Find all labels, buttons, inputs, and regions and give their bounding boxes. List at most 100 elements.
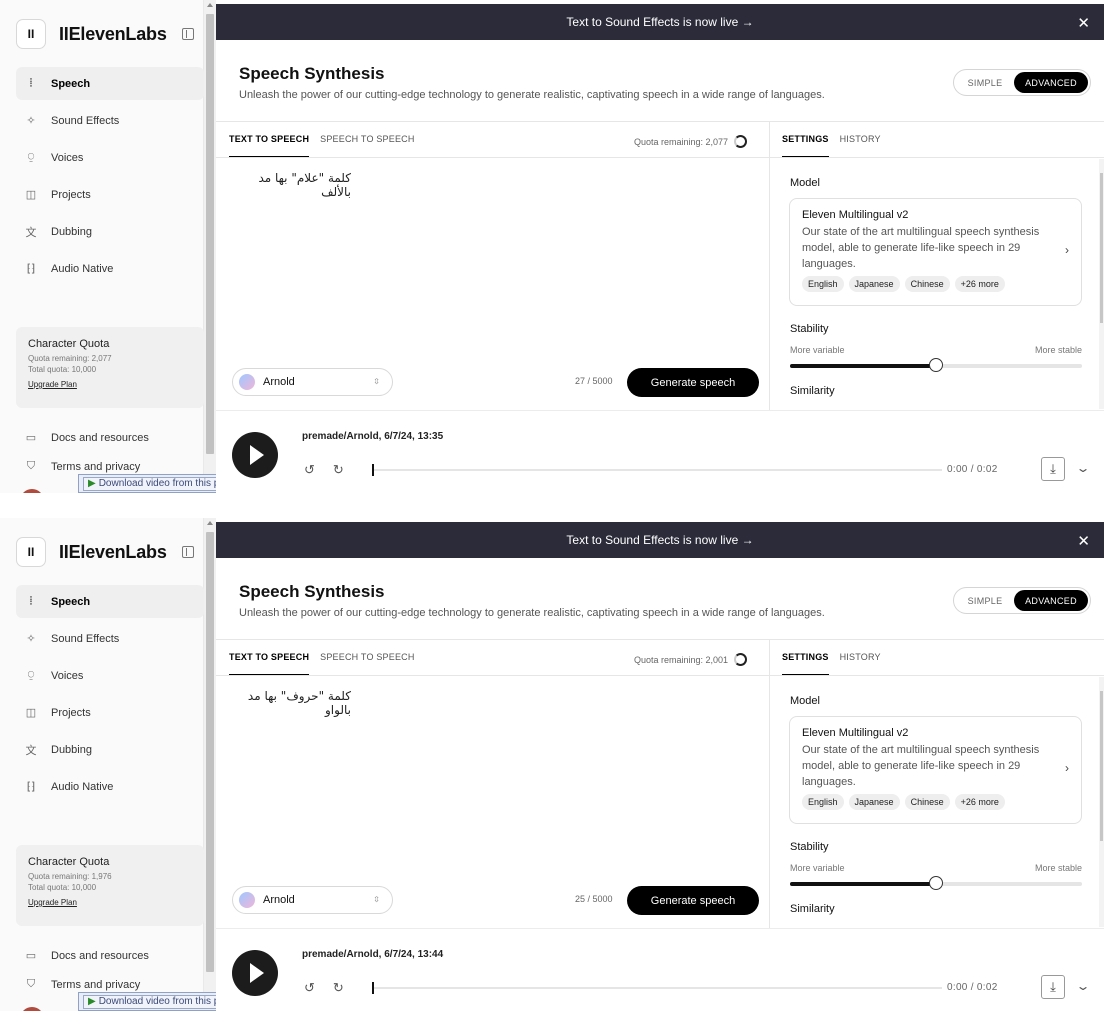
banner-text[interactable]: Text to Sound Effects is now live → — [566, 15, 753, 29]
chevron-right-icon[interactable]: › — [1065, 761, 1069, 775]
play-icon: ▶ — [88, 996, 96, 1007]
sidebar-item-label: Voices — [51, 669, 84, 682]
sidebar-item-sound-effects[interactable]: ✧ Sound Effects — [16, 104, 204, 137]
sidebar-item-speech[interactable]: ⦙ Speech — [16, 585, 204, 618]
sidebar-scrollbar[interactable] — [204, 518, 216, 1011]
model-label: Model — [790, 695, 820, 707]
scrollbar-thumb[interactable] — [206, 532, 214, 972]
scrollbar-thumb[interactable] — [1100, 691, 1103, 841]
play-button[interactable] — [232, 432, 278, 478]
sidebar-item-dubbing[interactable]: 文 Dubbing — [16, 733, 204, 766]
settings-scrollbar[interactable] — [1099, 677, 1104, 927]
banner-text[interactable]: Text to Sound Effects is now live → — [566, 533, 753, 547]
download-icon[interactable]: ⤓ — [1041, 457, 1065, 481]
page-title: Speech Synthesis — [239, 582, 385, 601]
tab-history[interactable]: HISTORY — [840, 652, 881, 675]
tab-history[interactable]: HISTORY — [840, 134, 881, 157]
sidebar-item-voices[interactable]: ⍜ Voices — [16, 659, 204, 692]
download-icon[interactable]: ⤓ — [1041, 975, 1065, 999]
mode-simple-button[interactable]: SIMPLE — [956, 78, 1014, 88]
tab-text-to-speech[interactable]: TEXT TO SPEECH — [229, 134, 310, 157]
upgrade-plan-link[interactable]: Upgrade Plan — [28, 898, 192, 907]
close-icon[interactable]: ✕ — [1077, 14, 1090, 32]
sidebar-item-voices[interactable]: ⍜ Voices — [16, 141, 204, 174]
scrollbar-thumb[interactable] — [1100, 173, 1103, 323]
sidebar-item-speech[interactable]: ⦙ Speech — [16, 67, 204, 100]
sidebar-item-projects[interactable]: ◫ Projects — [16, 178, 204, 211]
sidebar-scrollbar[interactable] — [204, 0, 216, 493]
sidebar-collapse-icon[interactable] — [182, 546, 194, 558]
character-count: 25 / 5000 — [575, 894, 613, 904]
tab-text-to-speech[interactable]: TEXT TO SPEECH — [229, 652, 310, 675]
sidebar-nav: ⦙ Speech ✧ Sound Effects ⍜ Voices ◫ Projects… — [16, 67, 204, 289]
header-divider — [216, 639, 1104, 640]
waveform-icon: ⦙ — [29, 77, 33, 89]
sidebar-item-audio-native[interactable]: ⁅⁆ Audio Native — [16, 252, 204, 285]
sidebar-item-label: Sound Effects — [51, 632, 120, 645]
sidebar-collapse-icon[interactable] — [182, 28, 194, 40]
sidebar-item-dubbing[interactable]: 文 Dubbing — [16, 215, 204, 248]
stability-slider[interactable] — [790, 358, 1082, 372]
upgrade-plan-link[interactable]: Upgrade Plan — [28, 380, 192, 389]
sidebar: II IIElevenLabs ⦙ Speech ✧ Sound Effects ⍜… — [0, 0, 204, 493]
rewind-icon[interactable]: ↺ — [304, 980, 315, 996]
mode-toggle[interactable]: SIMPLE ADVANCED — [953, 587, 1091, 614]
model-description: Our state of the art multilingual speech… — [802, 226, 1040, 270]
quota-ring-icon — [734, 653, 748, 666]
rewind-icon[interactable]: ↺ — [304, 462, 315, 478]
language-chips: English Japanese Chinese +26 more — [802, 276, 1069, 292]
editor-quota: Quota remaining: 2,077 — [634, 135, 748, 148]
sidebar-item-label: Speech — [51, 595, 91, 608]
tab-speech-to-speech[interactable]: SPEECH TO SPEECH — [320, 652, 414, 675]
chevron-down-icon[interactable]: ⌄ — [1075, 979, 1090, 993]
scroll-up-icon[interactable] — [207, 521, 213, 525]
quota-title: Character Quota — [28, 338, 110, 350]
stability-slider[interactable] — [790, 876, 1082, 890]
docs-link[interactable]: ▭ Docs and resources — [16, 423, 204, 452]
progress-knob[interactable] — [372, 464, 374, 476]
text-input[interactable]: كلمة "علام" بها مد بالألف — [231, 171, 351, 199]
mode-advanced-button[interactable]: ADVANCED — [1014, 590, 1088, 611]
pause-icon[interactable]: II — [16, 537, 46, 567]
docs-link[interactable]: ▭ Docs and resources — [16, 941, 204, 970]
sidebar-item-audio-native[interactable]: ⁅⁆ Audio Native — [16, 770, 204, 803]
mode-toggle[interactable]: SIMPLE ADVANCED — [953, 69, 1091, 96]
forward-icon[interactable]: ↻ — [333, 980, 344, 996]
chevron-right-icon[interactable]: › — [1065, 243, 1069, 257]
chevron-down-icon[interactable]: ⌄ — [1075, 461, 1090, 475]
stability-slider-fill — [790, 364, 936, 368]
tab-speech-to-speech[interactable]: SPEECH TO SPEECH — [320, 134, 414, 157]
generate-speech-button[interactable]: Generate speech — [627, 368, 759, 397]
tab-settings[interactable]: SETTINGS — [782, 652, 829, 675]
track-title: premade/Arnold, 6/7/24, 13:35 — [302, 431, 444, 442]
tab-settings[interactable]: SETTINGS — [782, 134, 829, 157]
mode-simple-button[interactable]: SIMPLE — [956, 596, 1014, 606]
announcement-banner[interactable]: Text to Sound Effects is now live → ✕ — [216, 522, 1104, 558]
announcement-banner[interactable]: Text to Sound Effects is now live → ✕ — [216, 4, 1104, 40]
sidebar-item-label: Audio Native — [51, 262, 114, 275]
generate-speech-button[interactable]: Generate speech — [627, 886, 759, 915]
progress-bar[interactable] — [372, 464, 942, 476]
scroll-up-icon[interactable] — [207, 3, 213, 7]
sidebar-item-sound-effects[interactable]: ✧ Sound Effects — [16, 622, 204, 655]
forward-icon[interactable]: ↻ — [333, 462, 344, 478]
pause-icon[interactable]: II — [16, 19, 46, 49]
progress-bar[interactable] — [372, 982, 942, 994]
logo-row: II IIElevenLabs — [16, 536, 167, 568]
stability-slider-thumb[interactable] — [929, 358, 943, 372]
voice-select[interactable]: Arnold ⇳ — [232, 368, 393, 396]
progress-knob[interactable] — [372, 982, 374, 994]
stability-slider-thumb[interactable] — [929, 876, 943, 890]
model-card[interactable]: Eleven Multilingual v2 Our state of the … — [789, 716, 1082, 824]
model-card[interactable]: Eleven Multilingual v2 Our state of the … — [789, 198, 1082, 306]
sidebar-item-projects[interactable]: ◫ Projects — [16, 696, 204, 729]
text-input[interactable]: كلمة "حروف" بها مد بالواو — [231, 689, 351, 717]
close-icon[interactable]: ✕ — [1077, 532, 1090, 550]
settings-scrollbar[interactable] — [1099, 159, 1104, 409]
voice-select[interactable]: Arnold ⇳ — [232, 886, 393, 914]
chip: Japanese — [848, 794, 900, 810]
mode-advanced-button[interactable]: ADVANCED — [1014, 72, 1088, 93]
scrollbar-thumb[interactable] — [206, 14, 214, 454]
play-button[interactable] — [232, 950, 278, 996]
voice-name: Arnold — [263, 376, 295, 388]
